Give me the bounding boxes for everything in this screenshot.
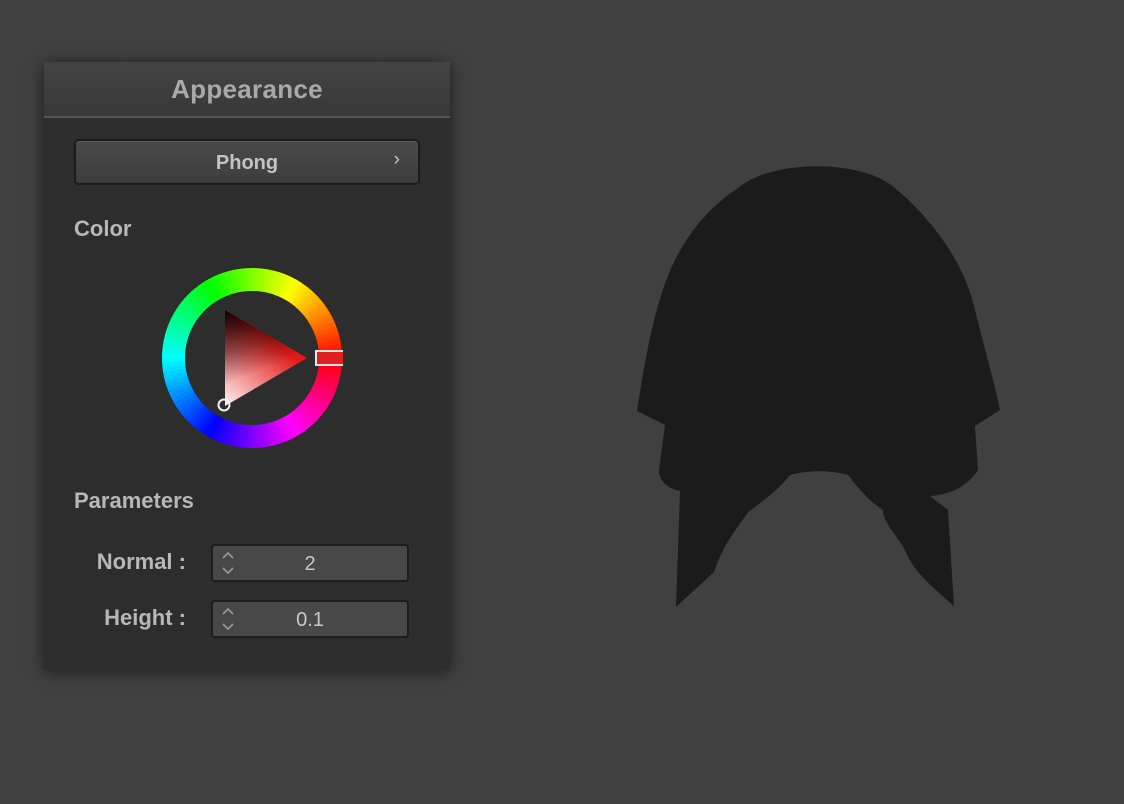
3d-viewport[interactable]: Appearance Phong › Color Parameters Norm…	[0, 0, 1124, 804]
height-label: Height :	[104, 605, 186, 630]
color-wheel[interactable]	[161, 266, 343, 450]
hue-selector-handle[interactable]	[315, 350, 343, 366]
panel-header: Appearance	[44, 62, 450, 118]
height-spinbox[interactable]: 0.1	[211, 600, 409, 638]
cloth-mesh-object[interactable]	[630, 150, 1010, 620]
normal-label: Normal :	[96, 549, 186, 574]
color-section-label: Color	[74, 216, 132, 241]
parameters-section-label: Parameters	[74, 488, 194, 513]
panel-title: Appearance	[171, 73, 323, 104]
chevron-right-icon: ›	[393, 149, 400, 170]
shader-label: Phong	[215, 152, 279, 174]
appearance-panel: Appearance Phong › Color Parameters Norm…	[44, 62, 450, 670]
normal-spinbox[interactable]: 2	[211, 544, 409, 582]
shader-select-button[interactable]: Phong ›	[74, 139, 420, 185]
height-value[interactable]: 0.1	[213, 609, 407, 632]
normal-value[interactable]: 2	[213, 553, 407, 576]
